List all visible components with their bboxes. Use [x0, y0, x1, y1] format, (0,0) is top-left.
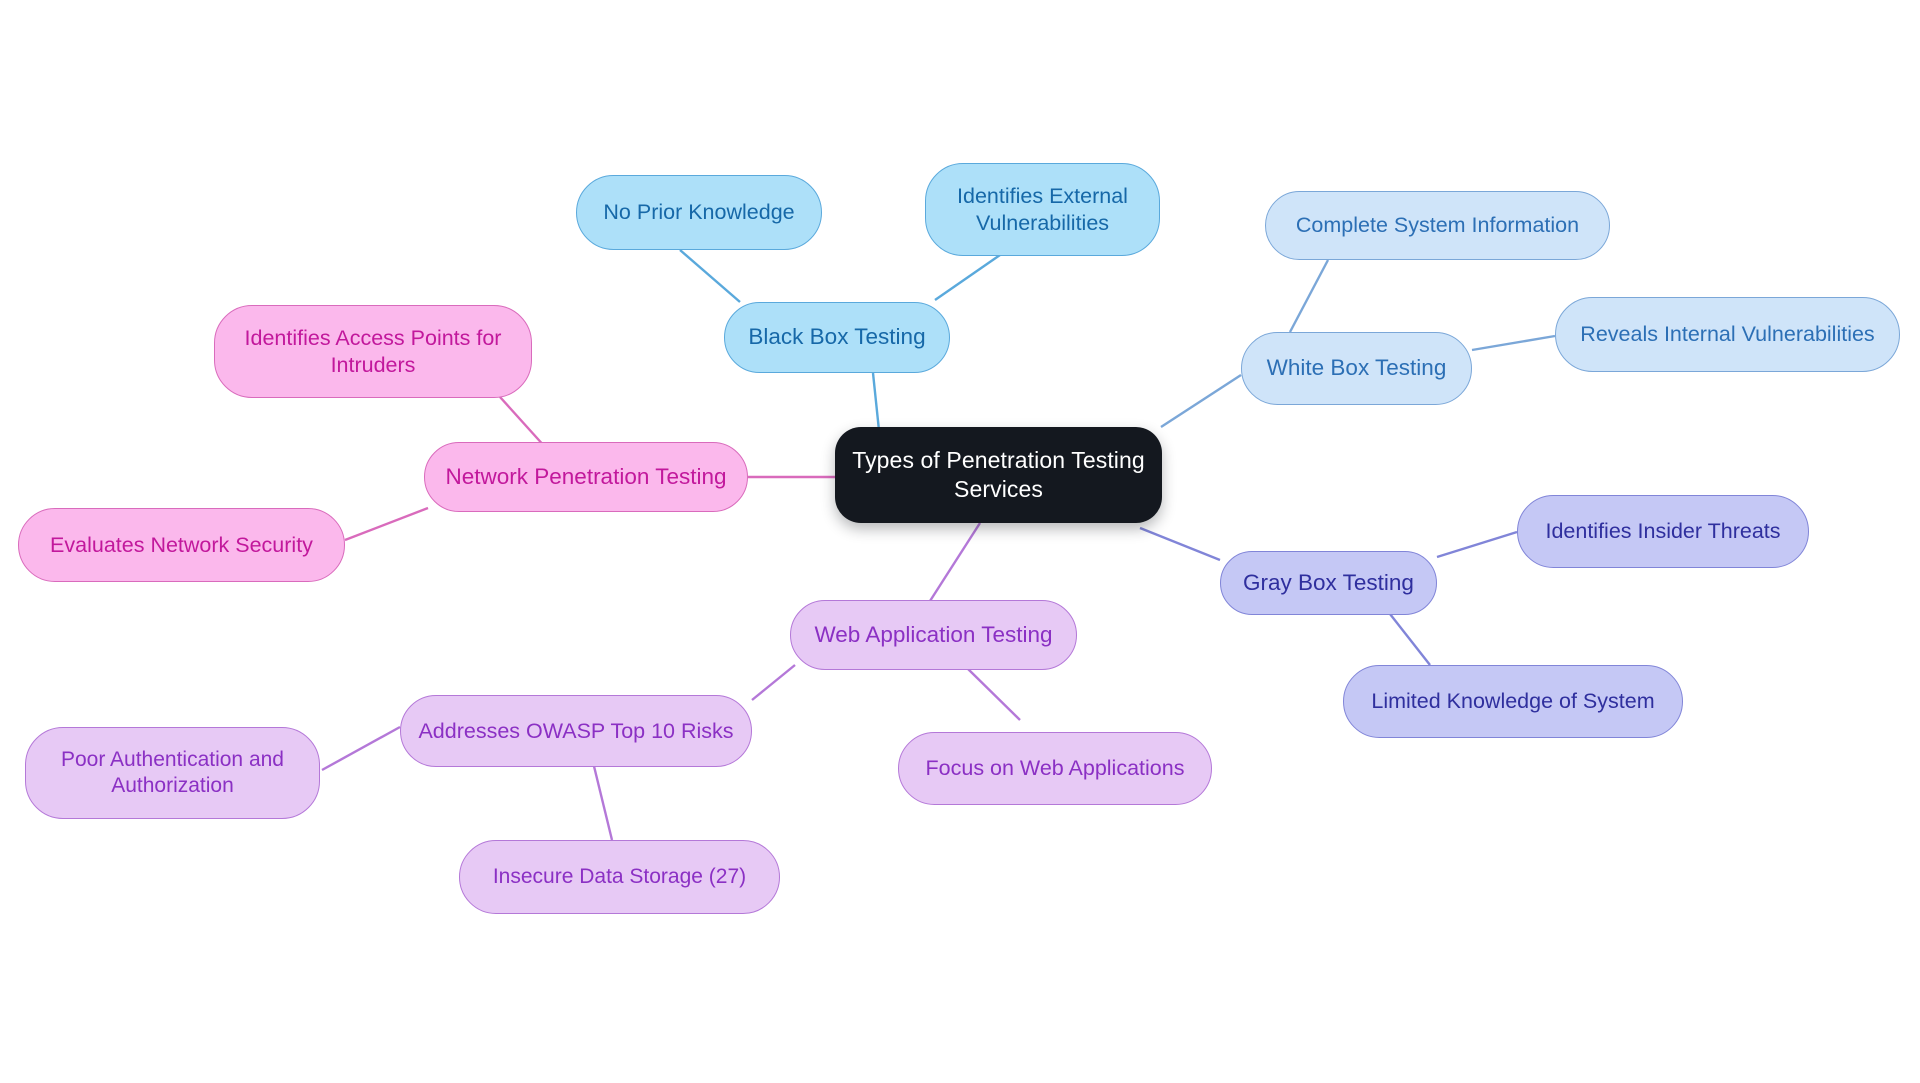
node-focus-on-web-applications[interactable]: Focus on Web Applications — [898, 732, 1212, 805]
node-web-application-testing[interactable]: Web Application Testing — [790, 600, 1077, 670]
edge-gray-box-identifies-insider — [1436, 530, 1518, 559]
edge-root-gray-box — [1139, 526, 1221, 562]
edge-network-pen-identifies-access-points — [499, 396, 547, 449]
node-white-box-testing[interactable]: White Box Testing — [1241, 332, 1472, 405]
edge-network-pen-evaluates-network — [344, 506, 429, 542]
node-insecure-data-storage[interactable]: Insecure Data Storage (27) — [459, 840, 780, 914]
node-black-box-testing[interactable]: Black Box Testing — [724, 302, 950, 373]
node-reveals-internal-vulnerabilities[interactable]: Reveals Internal Vulnerabilities — [1555, 297, 1900, 372]
edge-white-box-reveals-internal — [1471, 334, 1556, 352]
node-network-penetration-testing[interactable]: Network Penetration Testing — [424, 442, 748, 512]
mindmap-canvas: Types of Penetration Testing Services Bl… — [0, 0, 1920, 1083]
node-no-prior-knowledge[interactable]: No Prior Knowledge — [576, 175, 822, 250]
edge-web-app-owasp-top10 — [751, 664, 796, 701]
edge-root-white-box — [1160, 373, 1242, 429]
node-poor-authentication-and-authorization[interactable]: Poor Authentication and Authorization — [25, 727, 320, 819]
node-identifies-access-points-for-intruders[interactable]: Identifies Access Points for Intruders — [214, 305, 532, 398]
edge-black-box-no-prior-knowledge — [679, 249, 741, 303]
edge-owasp-top10-poor-auth — [321, 725, 401, 772]
node-evaluates-network-security[interactable]: Evaluates Network Security — [18, 508, 345, 582]
edge-owasp-top10-insecure-storage — [590, 757, 614, 841]
node-addresses-owasp-top-10-risks[interactable]: Addresses OWASP Top 10 Risks — [400, 695, 752, 767]
edge-white-box-complete-system-info — [1288, 259, 1330, 333]
node-complete-system-information[interactable]: Complete System Information — [1265, 191, 1610, 260]
edge-black-box-identifies-external — [934, 254, 1001, 301]
node-gray-box-testing[interactable]: Gray Box Testing — [1220, 551, 1437, 615]
edge-web-app-focus-web-apps — [965, 666, 1021, 721]
node-root[interactable]: Types of Penetration Testing Services — [835, 427, 1162, 523]
node-identifies-insider-threats[interactable]: Identifies Insider Threats — [1517, 495, 1809, 568]
node-identifies-external-vulnerabilities[interactable]: Identifies External Vulnerabilities — [925, 163, 1160, 256]
node-limited-knowledge-of-system[interactable]: Limited Knowledge of System — [1343, 665, 1683, 738]
edge-root-web-app — [928, 522, 982, 602]
edge-gray-box-limited-knowledge — [1389, 613, 1431, 666]
